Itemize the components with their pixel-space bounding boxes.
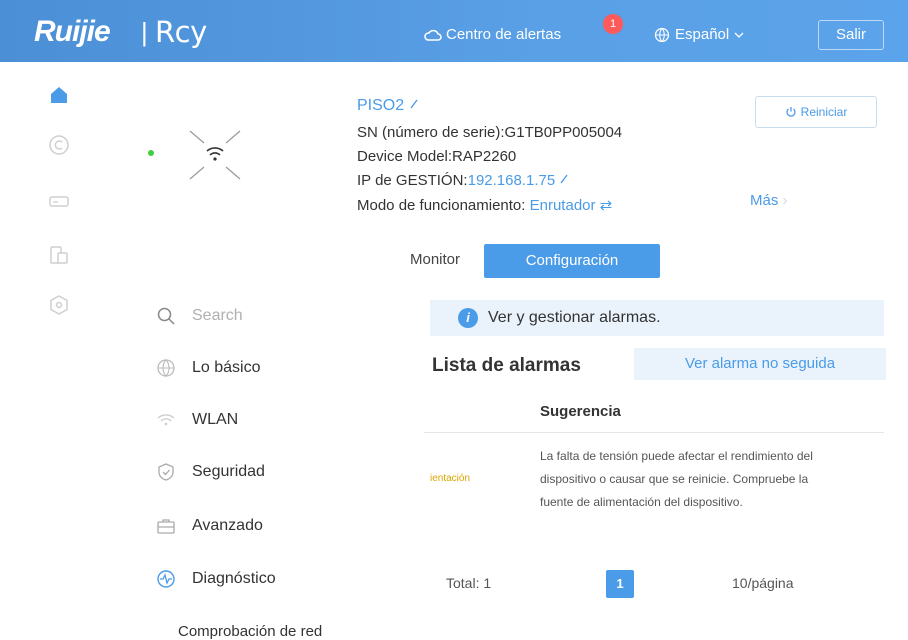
chevron-down-icon bbox=[734, 32, 744, 38]
unfollowed-alarms-button[interactable]: Ver alarma no seguida bbox=[634, 348, 886, 380]
brand-logo: Ruijie bbox=[34, 15, 111, 48]
reboot-button[interactable]: Reiniciar bbox=[755, 96, 877, 128]
top-bar: Ruijie | Rcy Centro de alertas 1 Español… bbox=[0, 0, 908, 62]
alarm-center-link[interactable]: Centro de alertas bbox=[424, 26, 561, 43]
reboot-label: Reiniciar bbox=[800, 105, 848, 119]
brand-sub-logo: Rcy bbox=[155, 15, 207, 49]
chevron-right-icon: › bbox=[782, 192, 788, 209]
switch-icon[interactable]: ⇄ bbox=[600, 197, 613, 214]
language-label: Español bbox=[675, 26, 730, 43]
toolbox-icon bbox=[157, 519, 175, 534]
alarm-center-label: Centro de alertas bbox=[446, 26, 562, 43]
column-header-suggestion: Sugerencia bbox=[540, 403, 621, 420]
alarm-count-badge: 1 bbox=[603, 14, 623, 34]
device-mode-label: Modo de funcionamiento: bbox=[357, 197, 526, 214]
device-serial: SN (número de serie):G1TB0PP005004 bbox=[357, 124, 623, 141]
alarm-info-bar: i Ver y gestionar alarmas. bbox=[430, 300, 884, 336]
device-name[interactable]: PISO2 bbox=[357, 97, 419, 115]
router-icon[interactable] bbox=[48, 190, 70, 212]
wifi-icon bbox=[157, 414, 175, 426]
device-ip-row: IP de GESTIÓN:192.168.1.75 bbox=[357, 172, 569, 189]
menu-item-advanced[interactable]: Avanzado bbox=[156, 516, 263, 536]
menu-item-label: Avanzado bbox=[192, 517, 263, 534]
pagination-page-button[interactable]: 1 bbox=[606, 570, 634, 598]
home-icon[interactable] bbox=[48, 84, 70, 106]
device-model: Device Model:RAP2260 bbox=[357, 148, 517, 165]
device-ip-label: IP de GESTIÓN: bbox=[357, 172, 468, 189]
alarm-list-title: Lista de alarmas bbox=[432, 355, 581, 376]
power-icon bbox=[786, 107, 796, 117]
cloud-icon bbox=[424, 29, 442, 41]
menu-item-label: Lo básico bbox=[192, 359, 261, 376]
device-mode-link[interactable]: Enrutador bbox=[530, 197, 596, 214]
globe-icon bbox=[654, 27, 670, 42]
shield-icon bbox=[158, 463, 174, 481]
menu-item-diagnostics[interactable]: Diagnóstico bbox=[156, 569, 276, 589]
settings-icon[interactable] bbox=[48, 294, 70, 316]
info-icon: i bbox=[458, 308, 478, 328]
devices-icon[interactable] bbox=[48, 244, 70, 266]
edit-icon[interactable] bbox=[409, 98, 419, 110]
menu-item-label: Diagnóstico bbox=[192, 570, 276, 587]
tab-configuration[interactable]: Configuración bbox=[484, 244, 660, 278]
menu-item-wlan[interactable]: WLAN bbox=[156, 410, 238, 430]
menu-item-label: WLAN bbox=[192, 411, 239, 428]
search-icon bbox=[157, 307, 175, 325]
more-label: Más bbox=[750, 192, 779, 209]
alarm-info-text: Ver y gestionar alarmas. bbox=[488, 309, 661, 326]
device-ip-link[interactable]: 192.168.1.75 bbox=[468, 172, 556, 189]
globe-icon bbox=[157, 359, 175, 377]
logout-button[interactable]: Salir bbox=[818, 20, 884, 50]
logo-separator: | bbox=[141, 17, 148, 47]
device-mode-row: Modo de funcionamiento: Enrutador ⇄ bbox=[357, 196, 612, 214]
access-point-icon bbox=[189, 130, 241, 180]
edit-icon[interactable] bbox=[559, 173, 569, 185]
diagnostics-icon bbox=[157, 570, 175, 588]
table-divider bbox=[424, 432, 884, 433]
pagination-page-size[interactable]: 10/página bbox=[732, 575, 794, 591]
alarm-row-type: ientación bbox=[430, 473, 471, 484]
alarm-row-suggestion: La falta de tensión puede afectar el ren… bbox=[540, 449, 813, 509]
pagination-total: Total: 1 bbox=[446, 575, 492, 591]
menu-item-security[interactable]: Seguridad bbox=[156, 462, 265, 482]
menu-search[interactable]: Search bbox=[156, 306, 243, 326]
menu-item-basics[interactable]: Lo básico bbox=[156, 358, 261, 378]
device-name-text: PISO2 bbox=[357, 97, 405, 114]
menu-item-label: Seguridad bbox=[192, 463, 265, 480]
more-link[interactable]: Más › bbox=[750, 192, 788, 209]
network-icon[interactable] bbox=[48, 134, 70, 156]
left-rail bbox=[0, 62, 116, 640]
online-status-dot bbox=[148, 150, 154, 156]
search-placeholder: Search bbox=[192, 307, 243, 324]
tab-monitor[interactable]: Monitor bbox=[390, 244, 480, 276]
language-selector[interactable]: Español bbox=[654, 26, 744, 43]
menu-subitem-network-check[interactable]: Comprobación de red bbox=[178, 623, 322, 640]
